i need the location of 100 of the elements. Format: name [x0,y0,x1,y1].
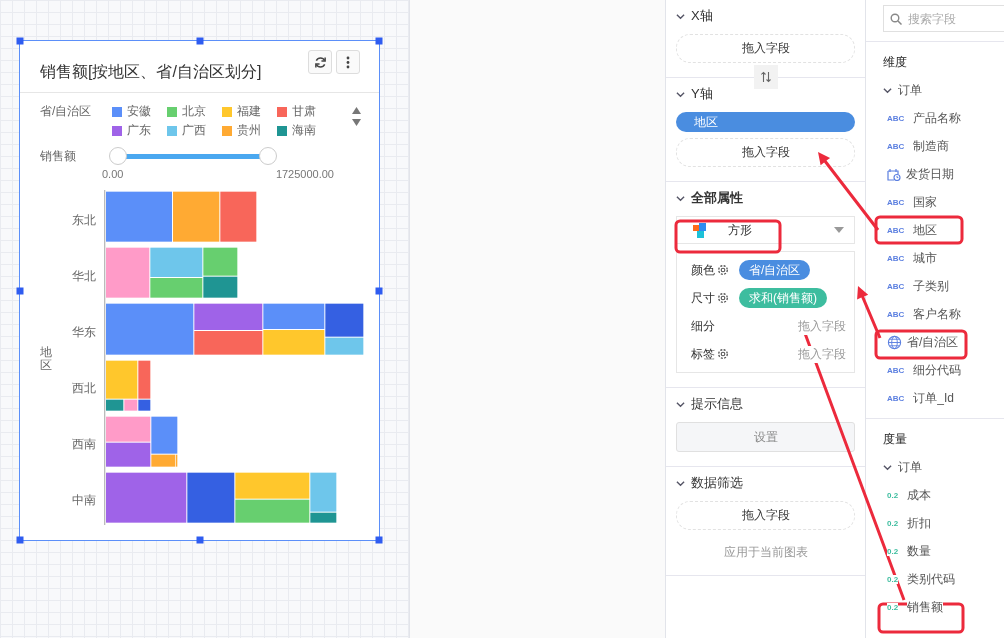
slider-thumb[interactable] [109,147,127,165]
field-name[interactable]: 地区 [913,221,938,239]
field-name[interactable]: 订单_Id [913,389,955,407]
property-label: 细分 [691,317,716,335]
field-type-tag: ABC [887,281,905,291]
field-type-tag: 0.2 [887,546,899,556]
field-name[interactable]: 销售额 [907,598,944,616]
hint-text: 应用于当前图表 [722,544,809,561]
refresh-icon [313,55,327,69]
range-min: 0.00 [102,168,124,180]
slider-thumb[interactable] [259,147,277,165]
mark-type-dropdown[interactable]: 方形 [676,216,855,244]
legend-label: 海南 [292,122,316,139]
refresh-button[interactable] [308,50,332,74]
axis-label: 西北 [72,379,96,397]
field-type-tag: 0.2 [887,490,899,500]
field-type-tag: ABC [887,197,905,207]
settings-icon[interactable] [717,348,729,360]
resize-handle[interactable] [16,37,24,45]
section-title: 全部属性 [691,189,743,207]
caret-icon [834,227,844,233]
field-type-tag: ABC [887,141,905,151]
field-name[interactable]: 折扣 [907,514,932,532]
resize-handle[interactable] [375,37,383,45]
range-slider[interactable] [110,147,276,165]
legend-label: 广东 [127,122,151,139]
group-title: 度量 [883,430,907,448]
settings-icon[interactable] [717,292,729,304]
section-title: 数据筛选 [691,474,743,492]
chevron-icon[interactable] [883,462,892,472]
settings-button[interactable]: 设置 [676,422,855,452]
field-type-tag: ABC [887,393,905,403]
field-name[interactable]: 产品名称 [913,109,962,127]
field-name[interactable]: 国家 [913,193,938,211]
property-label: 颜色 [691,261,716,279]
field-name[interactable]: 子类别 [913,277,950,295]
field-name[interactable]: 细分代码 [913,361,962,379]
table-name[interactable]: 订单 [898,458,922,476]
chevron-icon[interactable] [676,11,685,21]
field-name[interactable]: 制造商 [913,137,950,155]
axis-label: 华东 [72,323,96,341]
resize-handle[interactable] [375,287,383,294]
legend-label: 北京 [182,103,206,120]
field-name[interactable]: 城市 [913,249,938,267]
field-type-tag: ABC [887,113,905,123]
section-title: X轴 [691,7,713,25]
globe-icon [887,334,902,350]
chart-title: 销售额[按地区、省/自治区划分] [40,62,262,82]
field-type-tag: 0.2 [887,518,899,528]
triangle-up-icon[interactable] [352,107,361,114]
legend-label: 贵州 [237,122,261,139]
resize-handle[interactable] [375,536,383,544]
calendar-clock-icon [887,167,901,181]
field-name[interactable]: 省/自治区 [907,333,959,351]
legend-label: 安徽 [127,103,151,120]
axis-label: 华北 [72,267,96,285]
legend-label: 甘肃 [292,103,316,120]
search-icon [890,13,902,25]
axis-title: 地区 [40,345,52,373]
legend-title: 省/自治区 [40,103,93,120]
resize-handle[interactable] [196,536,203,544]
more-button[interactable] [336,50,360,74]
section-title: Y轴 [691,85,713,103]
property-label: 标签 [691,345,716,363]
axis-label: 西南 [72,435,96,453]
field-name[interactable]: 成本 [907,486,932,504]
axis-label: 中南 [72,491,96,509]
search-field[interactable]: 搜索字段 [883,5,1004,32]
property-label: 尺寸 [691,289,716,307]
field-type-tag: ABC [887,309,905,319]
legend-label: 福建 [237,103,261,120]
chevron-icon[interactable] [883,85,892,95]
field-name[interactable]: 发货日期 [906,165,954,183]
table-name[interactable]: 订单 [898,81,922,99]
legend-label: 广西 [182,122,206,139]
triangle-down-icon[interactable] [352,119,361,126]
chevron-icon[interactable] [676,193,685,203]
field-type-tag: ABC [887,225,905,235]
more-icon [346,55,350,69]
axis-label: 东北 [72,211,96,229]
field-type-tag: 0.2 [887,602,899,612]
chevron-icon[interactable] [676,478,685,488]
field-name[interactable]: 类别代码 [907,570,956,588]
resize-handle[interactable] [196,37,203,45]
field-type-tag: ABC [887,253,905,263]
slider-label: 销售额 [40,147,77,165]
resize-handle[interactable] [16,536,24,544]
chevron-icon[interactable] [676,89,685,99]
group-title: 维度 [883,53,907,71]
section-title: 提示信息 [691,395,743,413]
field-name[interactable]: 数量 [907,542,932,560]
chevron-icon[interactable] [676,399,685,409]
range-max: 1725000.00 [275,168,334,180]
resize-handle[interactable] [16,287,24,294]
settings-icon[interactable] [717,264,729,276]
field-name[interactable]: 客户名称 [913,305,962,323]
square-blocks-icon [693,222,706,238]
field-type-tag: 0.2 [887,574,899,584]
field-type-tag: ABC [887,365,905,375]
swap-axes-button[interactable] [753,65,778,89]
